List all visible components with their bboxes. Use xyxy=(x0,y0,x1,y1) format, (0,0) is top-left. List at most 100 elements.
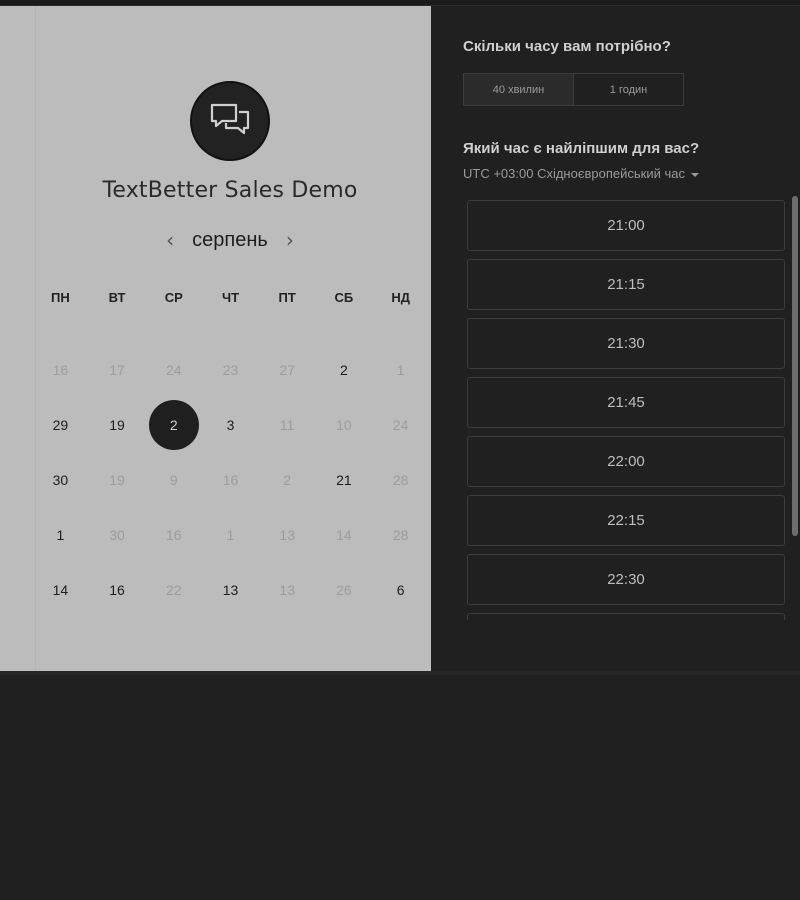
calendar-day[interactable]: 30 xyxy=(32,452,89,507)
calendar-day: 13 xyxy=(259,562,316,617)
time-slot[interactable]: 22:00 xyxy=(467,436,785,487)
calendar-day: 11 xyxy=(259,397,316,452)
calendar-day-number: 14 xyxy=(52,581,69,598)
calendar-day-number: 1 xyxy=(226,526,235,543)
month-navigation: ‹ серпень › xyxy=(0,228,460,252)
calendar-day-number: 19 xyxy=(109,471,125,488)
calendar-day[interactable]: 19 xyxy=(89,397,146,452)
calendar-day-number: 13 xyxy=(279,526,295,543)
calendar-day: 26 xyxy=(316,562,373,617)
weekday-label: СР xyxy=(164,290,183,305)
calendar-day: 28 xyxy=(372,507,429,562)
duration-selector: 40 хвилин 1 годин xyxy=(463,73,684,106)
duration-option-40min[interactable]: 40 хвилин xyxy=(464,74,574,105)
calendar-day: 17 xyxy=(89,342,146,397)
calendar-day: 16 xyxy=(145,507,202,562)
calendar-day-number: 10 xyxy=(336,416,352,433)
time-slot[interactable]: 21:15 xyxy=(467,259,785,310)
calendar-day[interactable]: 29 xyxy=(32,397,89,452)
duration-question: Скільки часу вам потрібно? xyxy=(463,38,671,55)
calendar-day-number: 24 xyxy=(392,416,409,433)
panel-shadow xyxy=(0,671,800,675)
calendar-day: 16 xyxy=(202,452,259,507)
time-slot-list: 21:00 21:15 21:30 21:45 22:00 22:15 22:3… xyxy=(467,200,785,620)
caret-down-icon xyxy=(690,172,699,177)
time-slot[interactable]: 21:45 xyxy=(467,377,785,428)
calendar-day-number: 28 xyxy=(392,471,409,488)
calendar-day-number: 28 xyxy=(392,526,409,543)
calendar-day[interactable]: 2 xyxy=(316,342,373,397)
chat-bubbles-glyph xyxy=(210,103,250,135)
month-label: серпень xyxy=(192,228,268,251)
calendar-day-number: 1 xyxy=(396,361,405,378)
calendar-day-number: 17 xyxy=(109,361,125,378)
calendar-day[interactable]: 1 xyxy=(32,507,89,562)
calendar-day[interactable]: 21 xyxy=(316,452,373,507)
calendar-day-number: 27 xyxy=(279,361,295,378)
time-slot[interactable]: 22:30 xyxy=(467,554,785,605)
calendar-day: 28 xyxy=(372,452,429,507)
calendar-day: 19 xyxy=(89,452,146,507)
calendar-day-number: 16 xyxy=(222,471,239,488)
calendar-day-number: 29 xyxy=(52,416,69,433)
calendar-day-number: 2 xyxy=(148,399,199,450)
calendar-day: 24 xyxy=(145,342,202,397)
calendar-day-number: 19 xyxy=(109,416,125,433)
calendar-day: 1 xyxy=(202,507,259,562)
calendar-day-number: 16 xyxy=(165,526,182,543)
calendar-day-number: 23 xyxy=(222,361,239,378)
booking-panel: Скільки часу вам потрібно? 40 хвилин 1 г… xyxy=(431,6,800,671)
chevron-left-icon[interactable]: ‹ xyxy=(156,228,184,252)
chat-bubbles-icon xyxy=(190,81,270,161)
calendar-day[interactable]: 6 xyxy=(372,562,429,617)
calendar-day-number: 6 xyxy=(396,581,405,598)
calendar-day: 23 xyxy=(202,342,259,397)
calendar-day: 1 xyxy=(372,342,429,397)
timezone-dropdown[interactable]: UTC +03:00 Східноєвропейський час xyxy=(463,166,699,181)
chevron-right-icon[interactable]: › xyxy=(276,228,304,252)
time-slot[interactable]: 21:00 xyxy=(467,200,785,251)
calendar-day-number: 30 xyxy=(52,471,69,488)
weekday-label: ВТ xyxy=(108,290,126,305)
calendar-day-number: 21 xyxy=(336,471,352,488)
calendar-day[interactable]: 13 xyxy=(202,562,259,617)
weekday-header: ПН ВТ СР ЧТ ПТ СБ НД xyxy=(32,290,429,305)
calendar-day: 2 xyxy=(259,452,316,507)
calendar-day-number: 13 xyxy=(222,581,239,598)
calendar-day: 22 xyxy=(145,562,202,617)
duration-option-1hour[interactable]: 1 годин xyxy=(574,74,683,105)
calendar-day-number: 9 xyxy=(169,471,178,488)
calendar-day-number: 1 xyxy=(56,526,65,543)
calendar-day-number: 26 xyxy=(336,581,352,598)
calendar-day: 10 xyxy=(316,397,373,452)
calendar-day: 14 xyxy=(316,507,373,562)
calendar-day[interactable]: 3 xyxy=(202,397,259,452)
calendar-panel: TextBetter Sales Demo ‹ серпень › ПН ВТ … xyxy=(0,6,431,671)
calendar-day[interactable]: 16 xyxy=(89,562,146,617)
calendar-day-number: 16 xyxy=(109,581,125,598)
calendar-day: 27 xyxy=(259,342,316,397)
time-slot[interactable]: 22:15 xyxy=(467,495,785,546)
calendar-day-number: 2 xyxy=(340,361,348,378)
calendar-day-number: 24 xyxy=(165,361,182,378)
calendar-day-number: 13 xyxy=(279,581,295,598)
calendar-days-grid: 16 17 24 23 27 2 1 29 19 2 3 11 10 24 30 19 9 16 2 21 28 1 30 1… xyxy=(32,342,429,617)
calendar-day-number: 3 xyxy=(226,416,235,433)
calendar-day: 24 xyxy=(372,397,429,452)
time-question: Який час є найліпшим для вас? xyxy=(463,140,700,157)
calendar-day[interactable]: 14 xyxy=(32,562,89,617)
slot-list-scrollbar[interactable] xyxy=(792,196,798,536)
calendar-day-selected[interactable]: 2 xyxy=(145,397,202,452)
weekday-label: СБ xyxy=(334,290,354,305)
weekday-label: НД xyxy=(391,290,410,305)
calendar-day-number: 11 xyxy=(279,416,295,433)
event-title: TextBetter Sales Demo xyxy=(102,178,358,203)
calendar-day: 13 xyxy=(259,507,316,562)
calendar-day-number: 14 xyxy=(336,526,352,543)
calendar-day-number: 16 xyxy=(52,361,69,378)
weekday-label: ЧТ xyxy=(221,290,240,305)
time-slot[interactable]: 21:30 xyxy=(467,318,785,369)
calendar-day-number: 2 xyxy=(283,471,292,488)
calendar-day-number: 22 xyxy=(165,581,182,598)
time-slot[interactable] xyxy=(467,613,785,620)
